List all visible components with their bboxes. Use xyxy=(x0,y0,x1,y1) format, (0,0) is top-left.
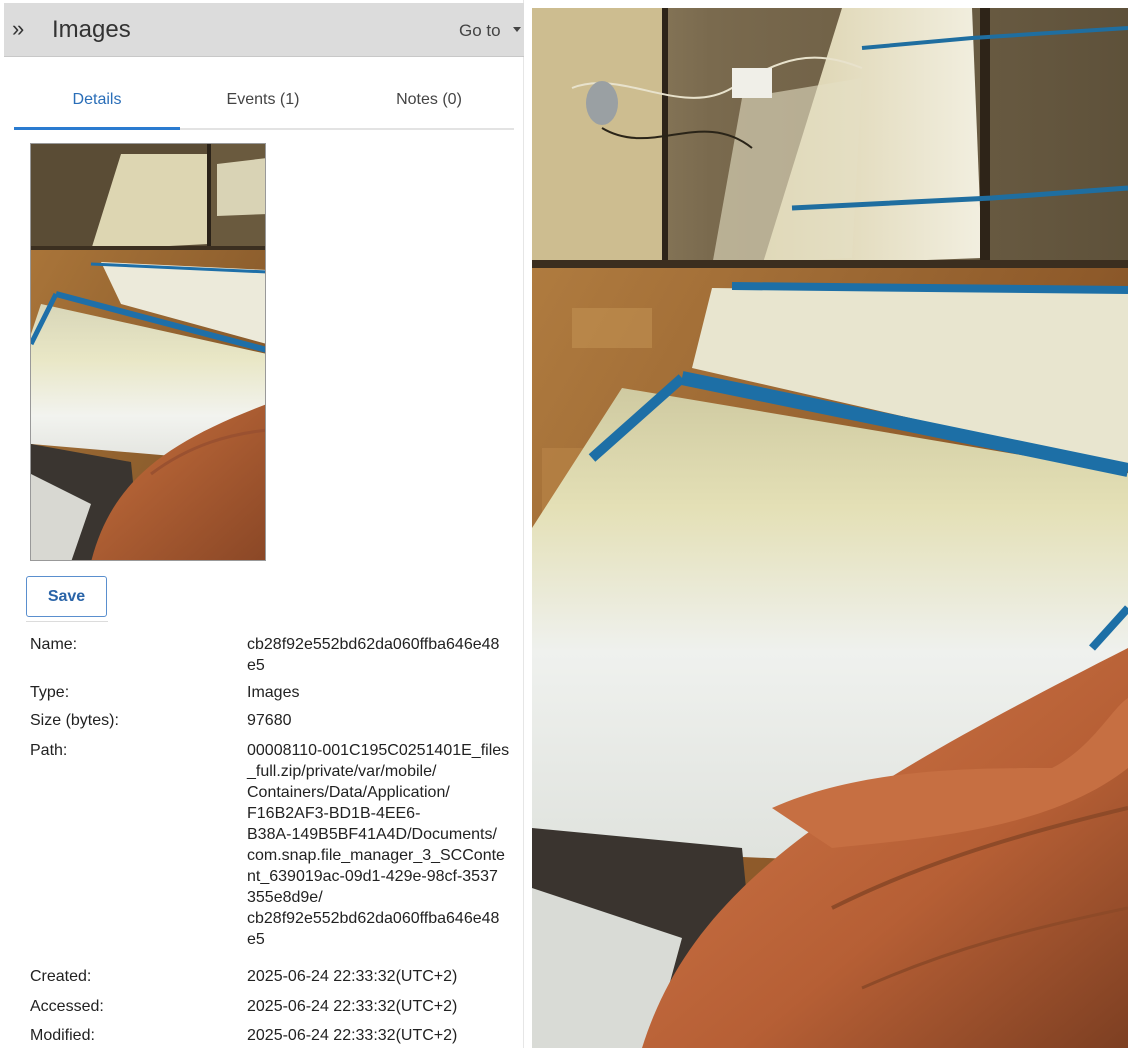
name-label: Name: xyxy=(30,636,78,653)
divider xyxy=(26,621,108,622)
path-label: Path: xyxy=(30,742,68,759)
save-button[interactable]: Save xyxy=(26,576,107,617)
active-tab-indicator xyxy=(14,127,180,130)
path-value-line: _full.zip/private/var/mobile/ xyxy=(247,763,437,780)
image-thumbnail[interactable] xyxy=(30,143,266,561)
path-value-line: nt_639019ac-09d1-429e-98cf-3537 xyxy=(247,868,498,885)
tab-bar: Details Events (1) Notes (0) xyxy=(14,74,514,130)
image-details-panel: » Images Go to Details Events (1) Notes … xyxy=(0,0,524,1048)
path-value-line: 355e8d9e/ xyxy=(247,889,323,906)
path-value-line: com.snap.file_manager_3_SCConte xyxy=(247,847,505,864)
path-value: 00008110-001C195C0251401E_files _full.zi… xyxy=(247,740,513,950)
path-value-line: F16B2AF3-BD1B-4EE6- xyxy=(247,805,421,822)
path-value-line: Containers/Data/Application/ xyxy=(247,784,450,801)
path-value-line: B38A-149B5BF41A4D/Documents/ xyxy=(247,826,497,843)
tab-events[interactable]: Events (1) xyxy=(180,74,346,130)
size-value: 97680 xyxy=(247,712,292,729)
panel-header: » Images Go to xyxy=(4,3,524,57)
created-label: Created: xyxy=(30,968,92,985)
double-chevron-right-icon[interactable]: » xyxy=(12,17,24,41)
modified-value: 2025-06-24 22:33:32(UTC+2) xyxy=(247,1027,458,1044)
path-value-line: 00008110-001C195C0251401E_files xyxy=(247,742,510,759)
tab-notes[interactable]: Notes (0) xyxy=(346,74,512,130)
path-value-line: cb28f92e552bd62da060ffba646e48 xyxy=(247,910,500,927)
goto-menu-button[interactable]: Go to xyxy=(459,21,501,41)
name-value-line: e5 xyxy=(247,657,265,674)
accessed-label: Accessed: xyxy=(30,998,104,1015)
tab-details[interactable]: Details xyxy=(14,74,180,130)
page-title: Images xyxy=(52,16,131,43)
path-value-line: e5 xyxy=(247,931,265,948)
size-label: Size (bytes): xyxy=(30,712,119,729)
name-value: cb28f92e552bd62da060ffba646e48 e5 xyxy=(247,634,513,676)
image-preview-large xyxy=(532,8,1128,1048)
type-value: Images xyxy=(247,684,300,701)
caret-down-icon[interactable] xyxy=(513,27,521,32)
accessed-value: 2025-06-24 22:33:32(UTC+2) xyxy=(247,998,458,1015)
name-value-line: cb28f92e552bd62da060ffba646e48 xyxy=(247,636,500,653)
modified-label: Modified: xyxy=(30,1027,95,1044)
created-value: 2025-06-24 22:33:32(UTC+2) xyxy=(247,968,458,985)
type-label: Type: xyxy=(30,684,70,701)
